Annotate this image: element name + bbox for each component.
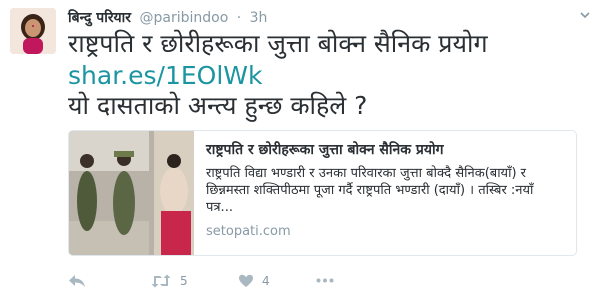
more-button[interactable] bbox=[316, 278, 334, 283]
avatar[interactable] bbox=[10, 8, 56, 54]
chevron-down-icon[interactable] bbox=[580, 8, 590, 22]
tweet-text-line-1: राष्ट्रपति र छोरीहरूका जुत्ता बोक्न सैनि… bbox=[68, 29, 488, 58]
separator-dot: · bbox=[236, 10, 242, 26]
heart-icon bbox=[238, 274, 254, 288]
tweet-header: बिन्दु परियार @paribindoo · 3h bbox=[68, 8, 267, 27]
reply-icon bbox=[68, 274, 86, 288]
tweet-text-line-3: यो दासताको अन्त्य हुन्छ कहिले ? bbox=[68, 91, 368, 120]
like-button[interactable]: 4 bbox=[238, 274, 270, 288]
link-card[interactable]: राष्ट्रपति र छोरीहरूका जुत्ता बोक्न सैनि… bbox=[68, 130, 577, 256]
card-title[interactable]: राष्ट्रपति र छोरीहरूका जुत्ता बोक्न सैनि… bbox=[206, 141, 566, 159]
card-description: राष्ट्रपति विद्या भण्डारी र उनका परिवारक… bbox=[206, 166, 534, 215]
retweet-icon bbox=[150, 274, 172, 288]
author-handle[interactable]: @paribindoo bbox=[139, 10, 228, 26]
card-body: राष्ट्रपति र छोरीहरूका जुत्ता बोक्न सैनि… bbox=[206, 141, 566, 239]
reply-button[interactable] bbox=[68, 274, 86, 288]
avatar-image bbox=[10, 8, 56, 54]
card-domain[interactable]: setopati.com bbox=[206, 224, 566, 239]
author-name[interactable]: बिन्दु परियार bbox=[68, 10, 131, 26]
like-count: 4 bbox=[262, 274, 270, 288]
tweet-timestamp[interactable]: 3h bbox=[250, 10, 268, 26]
retweet-button[interactable]: 5 bbox=[150, 274, 188, 288]
retweet-count: 5 bbox=[180, 274, 188, 288]
tweet-link[interactable]: shar.es/1EOlWk bbox=[68, 62, 262, 90]
more-icon bbox=[316, 278, 334, 283]
tweet: बिन्दु परियार @paribindoo · 3h राष्ट्रपत… bbox=[0, 0, 596, 304]
card-image bbox=[69, 131, 194, 255]
